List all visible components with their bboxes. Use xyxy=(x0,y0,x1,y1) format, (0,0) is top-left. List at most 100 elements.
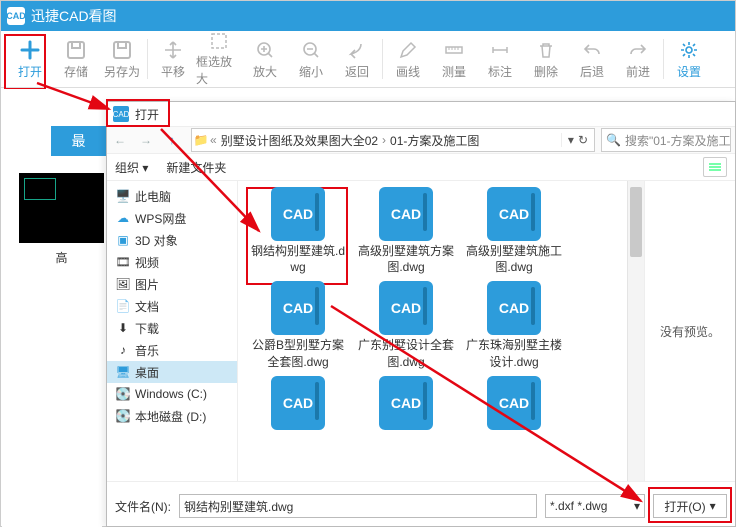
tree-thispc[interactable]: 🖥️此电脑 xyxy=(107,185,237,207)
tree-video[interactable]: 🎞视频 xyxy=(107,251,237,273)
redo-button[interactable]: 前进 xyxy=(615,34,661,84)
file-grid: CAD钢结构别墅建筑.dwg CAD高级别墅建筑方案图.dwg CAD高级别墅建… xyxy=(238,181,644,481)
scrollbar-thumb[interactable] xyxy=(630,187,642,257)
draw-button[interactable]: 画线 xyxy=(385,34,431,84)
file-item[interactable]: CAD高级别墅建筑方案图.dwg xyxy=(356,187,456,275)
plus-icon xyxy=(19,39,41,61)
cad-file-icon: CAD xyxy=(487,187,541,241)
open-dialog: CAD 打开 ← → ↑ 📁 « 别墅设计图纸及效果图大全02 › 01-方案及… xyxy=(106,101,736,527)
save-icon xyxy=(65,39,87,61)
dimension-button[interactable]: 标注 xyxy=(477,34,523,84)
zoom-in-button[interactable]: 放大 xyxy=(242,34,288,84)
tree-drive-d[interactable]: 💽本地磁盘 (D:) xyxy=(107,405,237,427)
measure-button[interactable]: 测量 xyxy=(431,34,477,84)
desktop-icon: 🖥 xyxy=(115,364,131,380)
recent-thumbnail[interactable] xyxy=(19,173,104,243)
dimension-icon xyxy=(489,39,511,61)
file-item[interactable]: CAD xyxy=(248,376,348,430)
delete-button[interactable]: 删除 xyxy=(523,34,569,84)
save-button[interactable]: 存储 xyxy=(53,34,99,84)
breadcrumb-dropdown[interactable]: ▾↻ xyxy=(561,133,594,147)
dialog-title: 打开 xyxy=(135,106,159,123)
organize-menu[interactable]: 组织 ▾ xyxy=(115,159,148,176)
file-item[interactable]: CAD广东珠海别墅主楼设计.dwg xyxy=(464,281,564,369)
tree-documents[interactable]: 📄文档 xyxy=(107,295,237,317)
tree-drive-c[interactable]: 💽Windows (C:) xyxy=(107,383,237,405)
tree-wps[interactable]: ☁WPS网盘 xyxy=(107,207,237,229)
cad-file-icon: CAD xyxy=(379,376,433,430)
save-as-button[interactable]: 另存为 xyxy=(99,34,145,84)
filename-label: 文件名(N): xyxy=(115,498,171,515)
folder-icon: 📁 xyxy=(192,133,210,147)
dialog-titlebar: CAD 打开 xyxy=(107,102,735,126)
folder-tree[interactable]: 🖥️此电脑 ☁WPS网盘 ▣3D 对象 🎞视频 🖼图片 📄文档 ⬇下载 ♪音乐 … xyxy=(107,181,238,481)
move-icon xyxy=(162,39,184,61)
refresh-icon[interactable]: ↻ xyxy=(578,133,588,147)
zoom-window-icon xyxy=(208,31,230,51)
nav-back-button[interactable]: ← xyxy=(107,127,133,153)
drive-icon: 💽 xyxy=(115,386,131,402)
recent-tab[interactable]: 最 xyxy=(51,126,106,156)
app-title: 迅捷CAD看图 xyxy=(31,6,117,26)
undo-button[interactable]: 后退 xyxy=(569,34,615,84)
main-toolbar: 打开 存储 另存为 平移 框选放大 放大 缩小 返回 画线 测量 标注 删除 后… xyxy=(1,31,735,88)
chevron-down-icon: ▾ xyxy=(634,499,640,513)
tree-music[interactable]: ♪音乐 xyxy=(107,339,237,361)
pencil-icon xyxy=(397,39,419,61)
file-item[interactable]: CAD xyxy=(464,376,564,430)
breadcrumb-part[interactable]: 01-方案及施工图 xyxy=(386,132,483,149)
breadcrumb-part[interactable]: 别墅设计图纸及效果图大全02 xyxy=(217,132,382,149)
file-item[interactable]: CAD xyxy=(356,376,456,430)
video-icon: 🎞 xyxy=(115,254,131,270)
cad-file-icon: CAD xyxy=(379,281,433,335)
pan-button[interactable]: 平移 xyxy=(150,34,196,84)
file-item[interactable]: CAD公爵B型别墅方案全套图.dwg xyxy=(248,281,348,369)
file-item[interactable]: CAD广东别墅设计全套图.dwg xyxy=(356,281,456,369)
nav-up-button[interactable]: ↑ xyxy=(159,127,185,153)
zoom-out-button[interactable]: 缩小 xyxy=(288,34,334,84)
breadcrumb[interactable]: 📁 « 别墅设计图纸及效果图大全02 › 01-方案及施工图 ▾↻ xyxy=(191,128,595,152)
cad-badge-icon: CAD xyxy=(113,106,129,122)
file-item[interactable]: CAD钢结构别墅建筑.dwg xyxy=(248,187,348,275)
tree-downloads[interactable]: ⬇下载 xyxy=(107,317,237,339)
tree-desktop[interactable]: 🖥桌面 xyxy=(107,361,237,383)
document-icon: 📄 xyxy=(115,298,131,314)
nav-forward-button: → xyxy=(133,127,159,153)
ruler-icon xyxy=(443,39,465,61)
filetype-dropdown[interactable]: *.dxf *.dwg▾ xyxy=(545,494,645,518)
toolbar-separator xyxy=(382,39,383,79)
dialog-bottom-bar: 文件名(N): 钢结构别墅建筑.dwg *.dxf *.dwg▾ 打开(O)▾ xyxy=(107,481,735,527)
cube-icon: ▣ xyxy=(115,232,131,248)
monitor-icon: 🖥️ xyxy=(115,188,131,204)
app-logo: CAD xyxy=(7,7,25,25)
trash-icon xyxy=(535,39,557,61)
view-mode-button[interactable] xyxy=(703,157,727,177)
download-icon: ⬇ xyxy=(115,320,131,336)
open-button[interactable]: 打开 xyxy=(7,34,53,84)
chevron-down-icon: ▾ xyxy=(710,499,716,513)
cad-file-icon: CAD xyxy=(487,281,541,335)
filename-input[interactable]: 钢结构别墅建筑.dwg xyxy=(179,494,537,518)
vertical-scrollbar[interactable] xyxy=(627,181,644,481)
toolbar-separator xyxy=(147,39,148,79)
new-folder-button[interactable]: 新建文件夹 xyxy=(166,159,226,176)
tree-pictures[interactable]: 🖼图片 xyxy=(107,273,237,295)
zoom-window-button[interactable]: 框选放大 xyxy=(196,34,242,84)
search-input[interactable]: 🔍搜索"01-方案及施工 xyxy=(601,128,731,152)
path-bar: ← → ↑ 📁 « 别墅设计图纸及效果图大全02 › 01-方案及施工图 ▾↻ … xyxy=(107,126,735,154)
drive-icon: 💽 xyxy=(115,408,131,424)
back-button[interactable]: 返回 xyxy=(334,34,380,84)
dialog-command-bar: 组织 ▾ 新建文件夹 xyxy=(107,154,735,181)
recent-thumbnail-label: 高 xyxy=(19,249,104,266)
redo-icon xyxy=(627,39,649,61)
zoom-in-icon xyxy=(254,39,276,61)
settings-button[interactable]: 设置 xyxy=(666,34,712,84)
toolbar-separator xyxy=(663,39,664,79)
cad-file-icon: CAD xyxy=(271,376,325,430)
file-item[interactable]: CAD高级别墅建筑施工图.dwg xyxy=(464,187,564,275)
gear-icon xyxy=(678,39,700,61)
tree-3d[interactable]: ▣3D 对象 xyxy=(107,229,237,251)
music-icon: ♪ xyxy=(115,342,131,358)
preview-pane: 没有预览。 xyxy=(644,181,735,481)
open-confirm-button[interactable]: 打开(O)▾ xyxy=(653,494,727,518)
